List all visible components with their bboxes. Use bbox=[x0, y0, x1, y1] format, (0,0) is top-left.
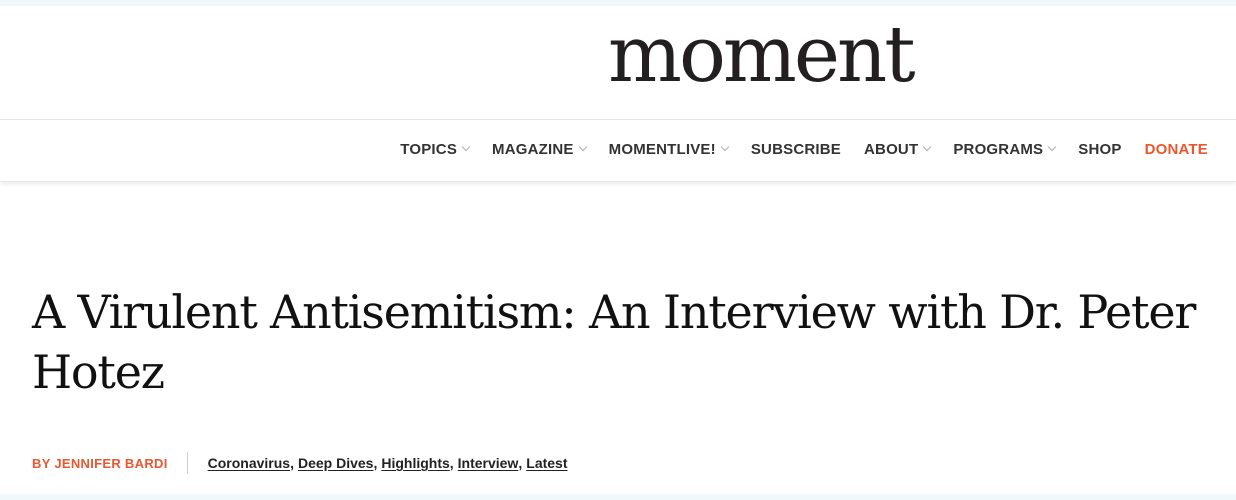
nav-item-label: ABOUT bbox=[864, 141, 919, 158]
nav-item-magazine[interactable]: MAGAZINE bbox=[492, 141, 587, 158]
category-link-interview[interactable]: Interview bbox=[458, 455, 519, 471]
nav-item-label: DONATE bbox=[1144, 141, 1208, 158]
nav-item-label: SHOP bbox=[1078, 141, 1122, 158]
meta-divider bbox=[186, 452, 188, 474]
nav-item-subscribe[interactable]: SUBSCRIBE bbox=[751, 141, 841, 158]
nav-item-momentlive[interactable]: MOMENTLIVE! bbox=[608, 141, 730, 158]
article-title: A Virulent Antisemitism: An Interview wi… bbox=[32, 285, 1196, 399]
category-separator: , bbox=[290, 455, 294, 471]
nav-item-shop[interactable]: SHOP bbox=[1078, 141, 1121, 158]
nav-item-label: PROGRAMS bbox=[953, 141, 1044, 158]
donate-link[interactable]: DONATE bbox=[1145, 141, 1208, 158]
category-link-deep-dives[interactable]: Deep Dives bbox=[298, 455, 373, 471]
nav-item-programs[interactable]: PROGRAMS bbox=[953, 141, 1057, 158]
category-separator: , bbox=[373, 455, 378, 471]
chevron-down-icon bbox=[923, 142, 932, 151]
main-nav: TOPICS MAGAZINE MOMENTLIVE! SUBSCRIBE AB… bbox=[400, 141, 1208, 158]
main-navigation-bar: TOPICS MAGAZINE MOMENTLIVE! SUBSCRIBE AB… bbox=[0, 119, 1236, 182]
nav-item-label: MAGAZINE bbox=[492, 141, 574, 158]
page: moment TOPICS MAGAZINE MOMENTLIVE! SUBSC… bbox=[0, 6, 1236, 494]
article-categories: Coronavirus, Deep Dives, Highlights, Int… bbox=[208, 455, 568, 471]
nav-item-about[interactable]: ABOUT bbox=[864, 141, 932, 158]
nav-item-label: MOMENTLIVE! bbox=[608, 141, 716, 158]
site-logo[interactable]: moment bbox=[608, 10, 916, 100]
chevron-down-icon bbox=[720, 142, 730, 151]
nav-item-label: SUBSCRIBE bbox=[750, 141, 841, 158]
nav-item-label: TOPICS bbox=[400, 141, 458, 158]
article-byline[interactable]: BY JENNIFER BARDI bbox=[32, 456, 168, 471]
article-meta: BY JENNIFER BARDI Coronavirus, Deep Dive… bbox=[32, 452, 568, 474]
category-separator: , bbox=[449, 455, 454, 471]
category-separator: , bbox=[518, 455, 523, 471]
category-link-highlights[interactable]: Highlights bbox=[381, 455, 449, 471]
chevron-down-icon bbox=[461, 142, 471, 151]
chevron-down-icon bbox=[578, 142, 587, 151]
nav-item-topics[interactable]: TOPICS bbox=[400, 141, 471, 158]
category-link-latest[interactable]: Latest bbox=[526, 455, 567, 471]
chevron-down-icon bbox=[1048, 142, 1057, 151]
category-link-coronavirus[interactable]: Coronavirus bbox=[208, 455, 290, 471]
